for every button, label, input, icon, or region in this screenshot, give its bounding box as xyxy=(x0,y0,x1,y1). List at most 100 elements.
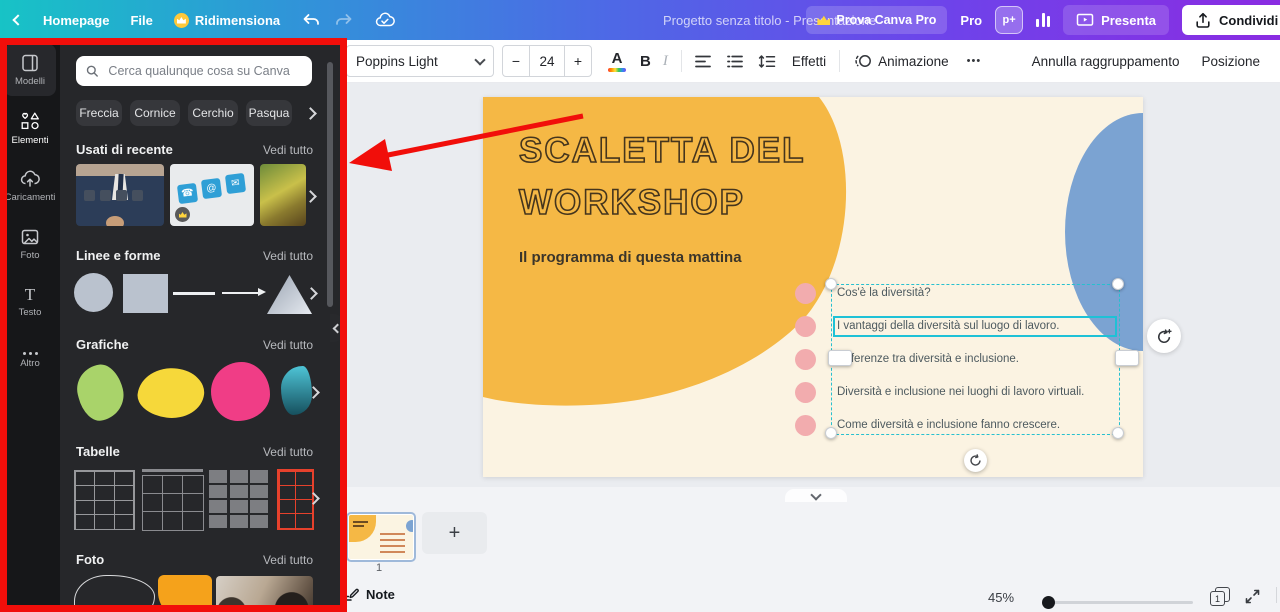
graphic-blob-pink[interactable] xyxy=(211,362,270,421)
bullet-dot[interactable] xyxy=(795,382,816,403)
see-all-link[interactable]: Vedi tutto xyxy=(263,445,313,459)
menu-ridimensiona[interactable]: Ridimensiona xyxy=(174,13,280,28)
see-all-link[interactable]: Vedi tutto xyxy=(263,553,313,567)
insights-icon[interactable] xyxy=(1036,13,1050,27)
graphic-blob-green[interactable] xyxy=(72,360,129,424)
bullet-dot[interactable] xyxy=(795,316,816,337)
group-selection-outline[interactable] xyxy=(831,284,1120,435)
shape-circle[interactable] xyxy=(74,273,113,312)
slide-page[interactable]: SCALETTA DEL WORKSHOP Il programma di qu… xyxy=(483,97,1143,477)
bullet-dot[interactable] xyxy=(795,283,816,304)
recent-chevron-right-icon[interactable] xyxy=(304,190,317,203)
cloud-sync-icon[interactable] xyxy=(375,12,395,28)
font-family-select[interactable]: Poppins Light xyxy=(346,45,494,77)
selection-handle-se[interactable] xyxy=(1112,427,1124,439)
more-dots-icon xyxy=(23,352,38,355)
sidebar-item-modelli[interactable]: Modelli xyxy=(4,44,56,96)
section-recent: Usati di recente Vedi tutto xyxy=(76,142,313,157)
present-button[interactable]: Presenta xyxy=(1063,5,1169,35)
shape-line[interactable] xyxy=(173,292,215,295)
add-page-button[interactable]: + xyxy=(422,512,487,554)
font-size-increase[interactable]: + xyxy=(565,46,591,76)
panel-scrollbar[interactable] xyxy=(327,62,333,307)
photo-orange-blob[interactable] xyxy=(158,575,212,612)
selection-handle-sw[interactable] xyxy=(825,427,837,439)
see-all-link[interactable]: Vedi tutto xyxy=(263,249,313,263)
sidebar-item-foto[interactable]: Foto xyxy=(4,218,56,270)
line-spacing-icon[interactable] xyxy=(758,54,776,69)
font-size-value[interactable]: 24 xyxy=(529,46,565,76)
shapes-chevron-right-icon[interactable] xyxy=(305,287,318,300)
panel-collapse-button[interactable] xyxy=(330,314,344,342)
table-outline[interactable] xyxy=(74,470,135,530)
bullet-list-icon[interactable] xyxy=(726,54,744,69)
photo-outline-shape[interactable] xyxy=(74,575,155,612)
divider xyxy=(839,50,840,72)
recent-photo-keyboard[interactable]: ☎ @ ✉ xyxy=(170,164,254,226)
canvas-workspace[interactable]: SCALETTA DEL WORKSHOP Il programma di qu… xyxy=(340,82,1280,487)
chip-pasqua[interactable]: Pasqua xyxy=(246,100,292,126)
chips-chevron-right-icon[interactable] xyxy=(304,107,317,120)
redo-icon[interactable] xyxy=(334,11,354,29)
slide-title[interactable]: SCALETTA DEL WORKSHOP xyxy=(519,125,849,229)
chip-freccia[interactable]: Freccia xyxy=(76,100,122,126)
page-thumbnail-1[interactable] xyxy=(346,512,416,562)
shape-square[interactable] xyxy=(123,274,168,313)
slide-subtitle[interactable]: Il programma di questa mattina xyxy=(519,249,742,266)
sidebar-item-elementi[interactable]: Elementi xyxy=(4,102,56,154)
ungroup-button[interactable]: Annulla raggruppamento xyxy=(1032,54,1180,69)
rotate-handle[interactable] xyxy=(964,449,987,472)
zoom-level-label[interactable]: 45% xyxy=(988,590,1014,605)
shape-arrow[interactable] xyxy=(222,288,266,297)
bullet-dot[interactable] xyxy=(795,349,816,370)
chip-cerchio[interactable]: Cerchio xyxy=(188,100,238,126)
elements-panel: Freccia Cornice Cerchio Pasqua Usati di … xyxy=(60,40,340,612)
recent-photo-businessman[interactable] xyxy=(76,164,164,226)
menu-homepage[interactable]: Homepage xyxy=(43,13,109,28)
effects-button[interactable]: Effetti xyxy=(792,54,826,69)
bold-button[interactable]: B xyxy=(640,53,651,70)
section-tables: Tabelle Vedi tutto xyxy=(76,444,313,459)
see-all-link[interactable]: Vedi tutto xyxy=(263,143,313,157)
table-solid-cells[interactable] xyxy=(209,470,268,528)
sidebar-item-testo[interactable]: T Testo xyxy=(4,276,56,328)
selection-handle-e[interactable] xyxy=(1115,350,1139,366)
bullet-dot[interactable] xyxy=(795,415,816,436)
position-button[interactable]: Posizione xyxy=(1201,54,1260,69)
sidebar-item-caricamenti[interactable]: Caricamenti xyxy=(4,160,56,212)
zoom-slider-knob[interactable] xyxy=(1042,596,1055,609)
see-all-link[interactable]: Vedi tutto xyxy=(263,338,313,352)
try-pro-button[interactable]: Prova Canva Pro xyxy=(806,6,947,34)
undo-icon[interactable] xyxy=(301,11,321,29)
replace-element-button[interactable] xyxy=(1147,319,1181,353)
back-icon[interactable] xyxy=(12,14,23,25)
selection-handle-nw[interactable] xyxy=(825,278,837,290)
text-color-button[interactable]: A xyxy=(606,51,628,72)
italic-button[interactable]: I xyxy=(663,53,668,70)
graphic-blob-yellow[interactable] xyxy=(135,364,207,422)
font-size-stepper[interactable]: − 24 + xyxy=(502,45,592,77)
share-button[interactable]: Condividi xyxy=(1182,5,1280,35)
zoom-slider[interactable] xyxy=(1043,601,1193,604)
font-size-decrease[interactable]: − xyxy=(503,46,529,76)
fullscreen-button[interactable] xyxy=(1245,589,1260,609)
search-box[interactable] xyxy=(76,56,312,86)
selection-handle-ne[interactable] xyxy=(1112,278,1124,290)
text-selection-outline[interactable] xyxy=(833,316,1117,337)
avatar[interactable]: p+ xyxy=(995,6,1023,34)
notes-button[interactable]: Note xyxy=(343,587,395,602)
photo-room[interactable] xyxy=(216,576,313,612)
grid-view-button[interactable]: 1 xyxy=(1210,587,1230,606)
selection-handle-w[interactable] xyxy=(828,350,852,366)
top-bar: Homepage File Ridimensiona Progetto senz… xyxy=(0,0,1280,40)
menu-file[interactable]: File xyxy=(130,13,152,28)
recent-photo-couple[interactable] xyxy=(260,164,306,226)
more-options-button[interactable]: ••• xyxy=(967,55,982,67)
collapse-filmstrip-button[interactable] xyxy=(785,489,847,502)
chip-cornice[interactable]: Cornice xyxy=(130,100,180,126)
alignment-icon[interactable] xyxy=(694,54,712,69)
sidebar-item-altro[interactable]: Altro xyxy=(4,334,56,386)
table-header-row[interactable] xyxy=(142,469,203,530)
search-input[interactable] xyxy=(106,63,302,79)
animation-button[interactable]: Animazione xyxy=(852,53,949,69)
